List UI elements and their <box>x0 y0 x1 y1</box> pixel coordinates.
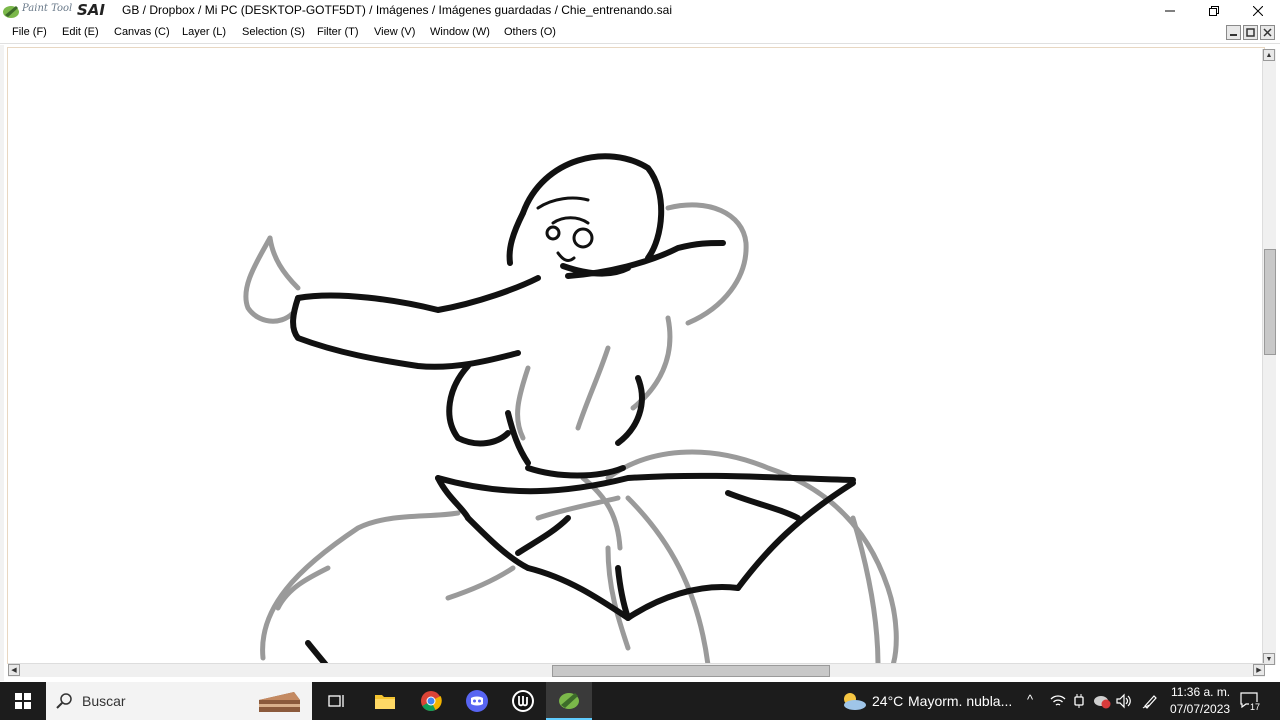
discord-button[interactable] <box>454 682 500 720</box>
weather-description[interactable]: Mayorm. nubla... <box>908 693 1012 709</box>
restore-button[interactable] <box>1192 0 1236 22</box>
power-plug-icon[interactable] <box>1072 693 1086 709</box>
menu-filter[interactable]: Filter (T) <box>317 26 359 38</box>
pen-icon[interactable] <box>1142 693 1158 709</box>
windows-logo-icon <box>15 693 31 709</box>
minimize-icon <box>1165 10 1175 12</box>
discord-icon <box>466 690 488 712</box>
menu-selection[interactable]: Selection (S) <box>242 26 305 38</box>
notification-count: 17 <box>1249 702 1262 712</box>
vertical-scrollbar[interactable]: ▲ ▼ <box>1262 49 1276 665</box>
volume-icon[interactable] <box>1116 693 1132 709</box>
clock-time[interactable]: 11:36 a. m. <box>1171 685 1230 699</box>
minimize-button[interactable] <box>1148 0 1192 22</box>
menu-canvas[interactable]: Canvas (C) <box>114 26 170 38</box>
app-logo: Paint Tool SAI <box>0 0 118 22</box>
mdi-maximize-button[interactable] <box>1243 25 1258 40</box>
scroll-left-arrow-icon[interactable]: ◀ <box>8 664 20 676</box>
wifi-icon[interactable] <box>1050 694 1066 708</box>
mdi-close-button[interactable] <box>1260 25 1275 40</box>
scroll-up-arrow-icon[interactable]: ▲ <box>1263 49 1275 61</box>
menu-layer[interactable]: Layer (L) <box>182 26 226 38</box>
menu-view[interactable]: View (V) <box>374 26 415 38</box>
task-view-icon <box>328 695 344 707</box>
search-icon <box>56 693 72 709</box>
unreal-engine-icon <box>512 690 534 712</box>
chevron-up-icon[interactable]: ^ <box>1027 692 1033 707</box>
canvas-area: ▲ ▼ ◀ ▶ <box>0 45 1280 681</box>
title-bar: Paint Tool SAI GB / Dropbox / Mi PC (DES… <box>0 0 1280 22</box>
folder-icon <box>375 695 395 709</box>
sketch-drawing <box>243 153 899 663</box>
logo-text-big: SAI <box>77 1 105 19</box>
taskbar: Buscar 24°C Mayorm. nubla... ^ 11:36 a. … <box>0 682 1280 720</box>
chrome-button[interactable] <box>408 682 454 720</box>
search-placeholder: Buscar <box>82 693 126 709</box>
menu-bar: File (F) Edit (E) Canvas (C) Layer (L) S… <box>0 22 1280 44</box>
clock-date[interactable]: 07/07/2023 <box>1170 702 1230 716</box>
logo-text-small: Paint Tool <box>22 3 73 14</box>
horizontal-scroll-thumb[interactable] <box>552 665 830 677</box>
unreal-engine-button[interactable] <box>500 682 546 720</box>
start-button[interactable] <box>0 682 46 720</box>
horizontal-scrollbar[interactable]: ◀ ▶ <box>8 663 1265 677</box>
cloud-error-icon[interactable] <box>1093 693 1111 709</box>
menu-file[interactable]: File (F) <box>12 26 47 38</box>
task-view-button[interactable] <box>314 682 360 720</box>
menu-window[interactable]: Window (W) <box>430 26 490 38</box>
cake-icon <box>259 692 300 712</box>
weather-cloud-icon <box>844 693 866 710</box>
menu-others[interactable]: Others (O) <box>504 26 556 38</box>
chrome-icon <box>421 691 442 711</box>
window-title: GB / Dropbox / Mi PC (DESKTOP-GOTF5DT) /… <box>122 3 673 17</box>
file-explorer-button[interactable] <box>362 682 408 720</box>
mdi-minimize-button[interactable] <box>1226 25 1241 40</box>
restore-icon <box>1209 6 1219 16</box>
close-button[interactable] <box>1236 0 1280 22</box>
menu-edit[interactable]: Edit (E) <box>62 26 99 38</box>
sai-logo-icon <box>3 6 19 18</box>
vertical-scroll-thumb[interactable] <box>1264 249 1276 355</box>
close-icon <box>1253 6 1263 16</box>
weather-temperature[interactable]: 24°C <box>872 693 903 709</box>
close-icon <box>1263 28 1272 37</box>
minimize-icon <box>1230 34 1237 36</box>
paint-tool-sai-button[interactable] <box>546 682 592 720</box>
taskbar-search-box[interactable]: Buscar <box>46 682 312 720</box>
drawing-canvas[interactable] <box>7 47 1265 664</box>
sai-logo-icon <box>559 693 579 709</box>
scroll-right-arrow-icon[interactable]: ▶ <box>1253 664 1265 676</box>
maximize-icon <box>1246 28 1255 37</box>
